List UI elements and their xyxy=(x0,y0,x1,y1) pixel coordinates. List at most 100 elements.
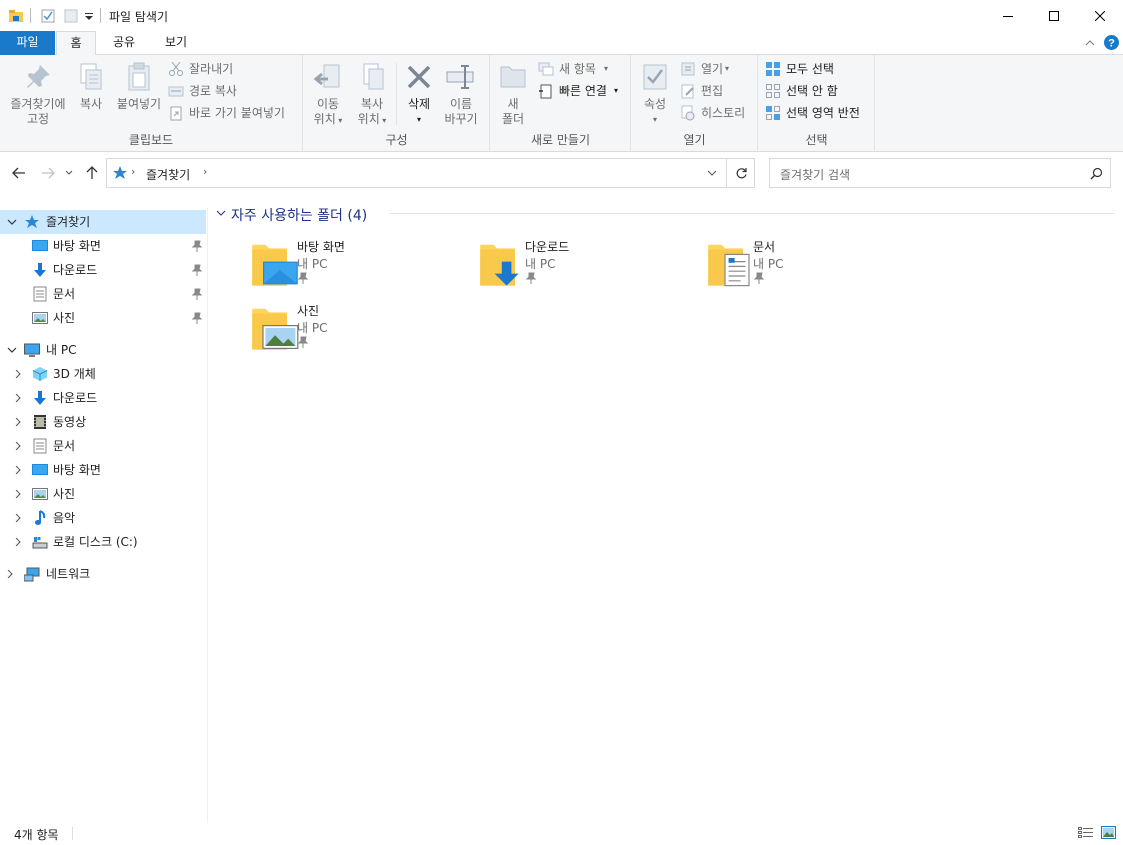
address-dropdown-icon[interactable] xyxy=(707,170,717,177)
rename-button[interactable]: 이름 바꾸기 xyxy=(440,61,482,127)
paste-icon xyxy=(128,62,150,91)
picture-icon xyxy=(32,312,48,324)
tab-share[interactable]: 공유 xyxy=(104,31,144,55)
chevron-right-icon[interactable] xyxy=(12,464,24,476)
3d-objects-icon xyxy=(32,367,48,381)
copy-to-button[interactable]: 복사 위치 ▾ xyxy=(352,61,392,128)
folder-tile-documents[interactable]: 문서 내 PC xyxy=(665,198,885,287)
pin-to-quick-access-button[interactable]: 즐겨찾기에 고정 xyxy=(4,61,72,127)
new-folder-label-2: 폴더 xyxy=(501,112,525,126)
nav-quick-pictures[interactable]: 사진 xyxy=(0,306,206,330)
forward-button[interactable] xyxy=(39,164,57,182)
drive-icon xyxy=(32,537,48,549)
clipboard-group-label: 클립보드 xyxy=(128,133,174,147)
chevron-down-icon xyxy=(65,170,73,175)
chevron-right-icon[interactable] xyxy=(12,416,24,428)
chevron-right-icon[interactable] xyxy=(12,368,24,380)
divider xyxy=(100,8,101,23)
nav-pc-desktop[interactable]: 바탕 화면 xyxy=(0,458,206,482)
nav-pc-videos[interactable]: 동영상 xyxy=(0,410,206,434)
close-button[interactable] xyxy=(1077,0,1123,31)
item-count: 4개 항목 xyxy=(14,828,59,842)
tab-home[interactable]: 홈 xyxy=(56,31,96,56)
large-icons-view-icon[interactable] xyxy=(1101,826,1116,839)
pin-icon[interactable] xyxy=(192,312,202,324)
paste-button[interactable]: 붙여넣기 xyxy=(112,61,166,112)
nav-pc-local-disk[interactable]: 로컬 디스크 (C:) xyxy=(0,530,206,554)
tab-view[interactable]: 보기 xyxy=(156,31,196,55)
picture-icon xyxy=(32,488,48,500)
maximize-button[interactable] xyxy=(1031,0,1077,31)
copy-button[interactable]: 복사 xyxy=(74,61,108,112)
select-group-label: 선택 xyxy=(805,133,828,147)
folder-tile-downloads[interactable]: 다운로드 내 PC xyxy=(437,198,657,286)
nav-pc-documents[interactable]: 문서 xyxy=(0,434,206,458)
details-view-icon[interactable] xyxy=(1078,827,1094,839)
pin-icon[interactable] xyxy=(192,288,202,300)
organize-group-label: 구성 xyxy=(385,133,408,147)
new-folder-button[interactable]: 새 폴더 xyxy=(495,61,531,127)
nav-quick-desktop[interactable]: 바탕 화면 xyxy=(0,234,206,258)
chevron-right-icon[interactable] xyxy=(4,568,16,580)
nav-quick-downloads[interactable]: 다운로드 xyxy=(0,258,206,282)
properties-button[interactable]: 속성 ▾ xyxy=(636,61,674,127)
minimize-button[interactable] xyxy=(985,0,1031,31)
nav-pc-downloads[interactable]: 다운로드 xyxy=(0,386,206,410)
nav-pc-music[interactable]: 음악 xyxy=(0,506,206,530)
move-to-button[interactable]: 이동 위치 ▾ xyxy=(308,61,348,128)
scissors-icon xyxy=(169,61,183,76)
nav-pc-local-disk-label: 로컬 디스크 (C:) xyxy=(53,535,138,549)
chevron-right-icon[interactable] xyxy=(12,440,24,452)
window-title: 파일 탐색기 xyxy=(109,10,169,24)
delete-x-icon xyxy=(407,65,431,89)
help-icon[interactable]: ? xyxy=(1104,35,1119,50)
pin-icon[interactable] xyxy=(192,264,202,276)
up-button[interactable] xyxy=(83,164,101,182)
video-icon xyxy=(34,415,46,429)
breadcrumb-separator-icon[interactable]: › xyxy=(203,165,207,178)
search-placeholder[interactable]: 즐겨찾기 검색 xyxy=(780,166,850,183)
back-button[interactable] xyxy=(10,164,28,182)
collapse-ribbon-icon[interactable] xyxy=(1085,39,1095,47)
customize-quick-access-icon[interactable] xyxy=(84,8,94,24)
chevron-right-icon[interactable] xyxy=(12,512,24,524)
properties-quick-icon[interactable] xyxy=(40,8,56,24)
nav-pc-3d-objects[interactable]: 3D 개체 xyxy=(0,362,206,386)
edit-label: 편집 xyxy=(701,84,724,98)
ribbon: 즐겨찾기에 고정 복사 붙여넣기 잘라내기 경로 복사 바로 가기 붙여넣기 클… xyxy=(0,55,1123,152)
chevron-down-icon[interactable] xyxy=(6,216,18,228)
delete-dropdown-icon: ▾ xyxy=(416,115,421,124)
nav-this-pc[interactable]: 내 PC xyxy=(0,338,206,362)
new-item-dropdown-icon: ▾ xyxy=(604,64,609,73)
tab-file[interactable]: 파일 xyxy=(0,31,55,55)
divider xyxy=(396,63,397,125)
chevron-right-icon[interactable] xyxy=(12,488,24,500)
select-none-label: 선택 안 함 xyxy=(786,84,838,98)
refresh-icon[interactable] xyxy=(735,167,748,180)
folder-tile-desktop[interactable]: 바탕 화면 내 PC xyxy=(209,198,429,286)
nav-this-pc-label: 내 PC xyxy=(46,343,77,357)
nav-pc-pictures-label: 사진 xyxy=(53,487,76,501)
rename-icon xyxy=(446,65,474,89)
nav-network[interactable]: 네트워크 xyxy=(0,562,206,586)
address-bar[interactable]: › 즐겨찾기 › xyxy=(106,158,755,188)
delete-button[interactable]: 삭제 ▾ xyxy=(400,61,438,127)
new-folder-quick-icon[interactable] xyxy=(63,8,79,24)
pin-icon[interactable] xyxy=(192,240,202,252)
folder-tile-pictures[interactable]: 사진 내 PC xyxy=(209,262,429,350)
pin-icon xyxy=(298,336,308,348)
breadcrumb-quick-access[interactable]: 즐겨찾기 xyxy=(146,166,190,183)
nav-pc-pictures[interactable]: 사진 xyxy=(0,482,206,506)
chevron-right-icon[interactable] xyxy=(12,536,24,548)
nav-quick-access[interactable]: 즐겨찾기 xyxy=(0,210,206,234)
chevron-right-icon[interactable] xyxy=(12,392,24,404)
move-to-label-1: 이동 xyxy=(316,97,340,111)
search-icon[interactable] xyxy=(1090,167,1103,180)
search-box[interactable]: 즐겨찾기 검색 xyxy=(769,158,1111,188)
select-group: 모두 선택 선택 안 함 선택 영역 반전 선택 xyxy=(759,55,875,152)
invert-selection-icon xyxy=(766,106,780,120)
pin-icon xyxy=(27,65,50,88)
chevron-down-icon[interactable] xyxy=(6,344,18,356)
nav-quick-documents[interactable]: 문서 xyxy=(0,282,206,306)
recent-locations-button[interactable] xyxy=(63,164,75,182)
